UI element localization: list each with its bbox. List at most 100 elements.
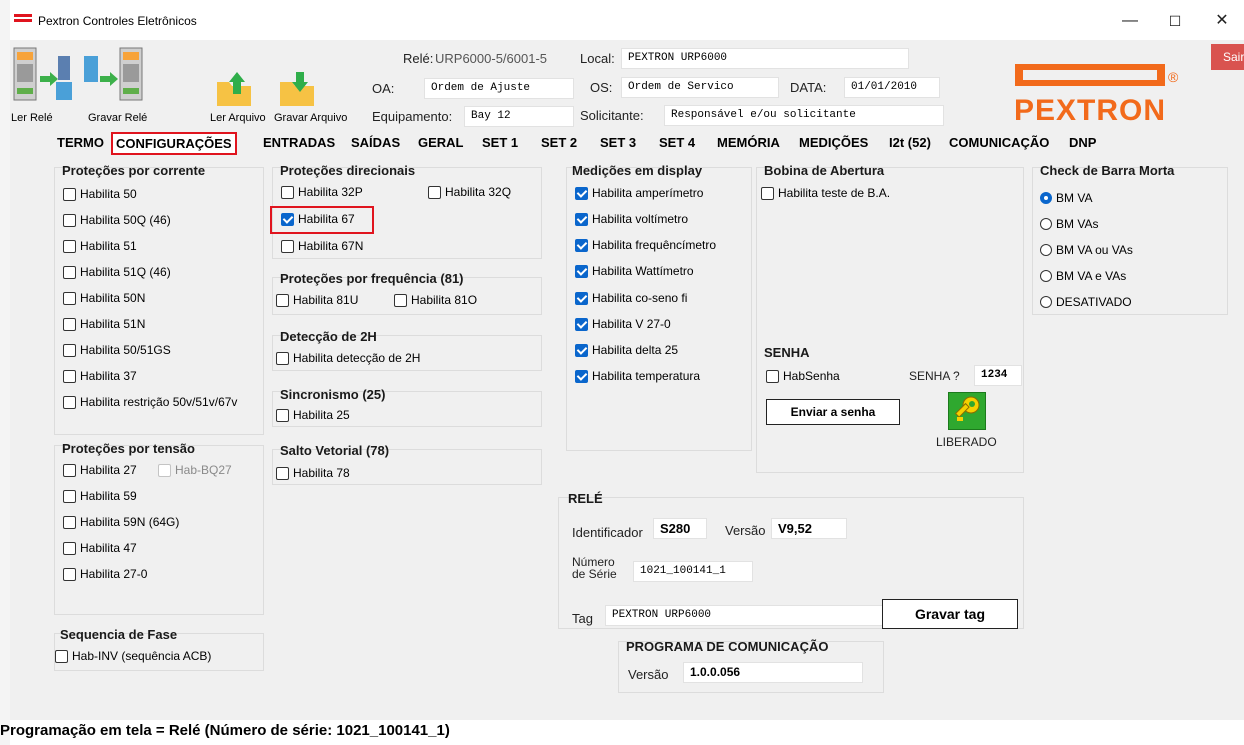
local-field[interactable]: PEXTRON URP6000 xyxy=(621,48,909,69)
checkbox-box[interactable] xyxy=(63,343,76,357)
checkbox-habilita-temperatura[interactable]: Habilita temperatura xyxy=(575,369,700,383)
checkbox-habilita-deteccao-2h[interactable]: Habilita detecção de 2H xyxy=(276,351,420,365)
checkbox-habilita-v27-0[interactable]: Habilita V 27-0 xyxy=(575,317,671,331)
radio-dot[interactable] xyxy=(1040,270,1052,282)
tab-saidas[interactable]: SAÍDAS xyxy=(348,132,403,155)
checkbox-box[interactable] xyxy=(63,463,76,477)
checkbox-box[interactable] xyxy=(281,239,294,253)
tab-set-4[interactable]: SET 4 xyxy=(656,132,698,155)
checkbox-habilita-voltimetro[interactable]: Habilita voltímetro xyxy=(575,212,688,226)
checkbox-habilita-27[interactable]: Habilita 27 xyxy=(63,463,137,477)
checkbox-box[interactable] xyxy=(63,291,76,305)
checkbox-box[interactable] xyxy=(55,649,68,663)
checkbox-box[interactable] xyxy=(575,212,588,226)
checkbox-box[interactable] xyxy=(766,369,779,383)
checkbox-habilita-51q[interactable]: Habilita 51Q (46) xyxy=(63,265,171,279)
checkbox-box[interactable] xyxy=(276,408,289,422)
checkbox-hab-inv[interactable]: Hab-INV (sequência ACB) xyxy=(55,649,211,663)
gravar-rele-button[interactable] xyxy=(82,46,144,106)
checkbox-box[interactable] xyxy=(394,293,407,307)
checkbox-habilita-67n[interactable]: Habilita 67N xyxy=(281,239,363,253)
checkbox-habilita-51[interactable]: Habilita 51 xyxy=(63,239,137,253)
checkbox-habilita-25[interactable]: Habilita 25 xyxy=(276,408,350,422)
checkbox-habilita-50q[interactable]: Habilita 50Q (46) xyxy=(63,213,171,227)
checkbox-box[interactable] xyxy=(281,212,294,226)
ler-rele-button[interactable] xyxy=(12,46,72,106)
checkbox-habilita-50[interactable]: Habilita 50 xyxy=(63,187,137,201)
checkbox-box[interactable] xyxy=(575,317,588,331)
checkbox-box[interactable] xyxy=(63,213,76,227)
checkbox-habilita-37[interactable]: Habilita 37 xyxy=(63,369,137,383)
tab-entradas[interactable]: ENTRADAS xyxy=(260,132,338,155)
checkbox-habilita-50n[interactable]: Habilita 50N xyxy=(63,291,145,305)
tab-medicoes[interactable]: MEDIÇÕES xyxy=(796,132,871,155)
maximize-button[interactable]: ☐ xyxy=(1155,6,1195,36)
checkbox-box[interactable] xyxy=(575,369,588,383)
gravar-arquivo-button[interactable] xyxy=(278,70,318,108)
radio-bm-va-e-vas[interactable]: BM VA e VAs xyxy=(1040,269,1126,283)
checkbox-box[interactable] xyxy=(761,186,774,200)
checkbox-box[interactable] xyxy=(575,186,588,200)
tab-set-3[interactable]: SET 3 xyxy=(597,132,639,155)
tab-memoria[interactable]: MEMÓRIA xyxy=(714,132,783,155)
ler-arquivo-button[interactable] xyxy=(215,70,255,108)
checkbox-box[interactable] xyxy=(575,238,588,252)
data-field[interactable]: 01/01/2010 xyxy=(844,77,940,98)
checkbox-box[interactable] xyxy=(281,185,294,199)
radio-dot[interactable] xyxy=(1040,218,1052,230)
tag-field[interactable]: PEXTRON URP6000 xyxy=(605,605,883,626)
close-button[interactable]: ✕ xyxy=(1202,6,1242,36)
checkbox-habilita-wattimetro[interactable]: Habilita Wattímetro xyxy=(575,264,694,278)
tab-set-2[interactable]: SET 2 xyxy=(538,132,580,155)
checkbox-habilita-78[interactable]: Habilita 78 xyxy=(276,466,350,480)
minimize-button[interactable]: — xyxy=(1110,6,1150,36)
radio-dot[interactable] xyxy=(1040,244,1052,256)
checkbox-habilita-59[interactable]: Habilita 59 xyxy=(63,489,137,503)
checkbox-habilita-teste-ba[interactable]: Habilita teste de B.A. xyxy=(761,186,890,200)
checkbox-habilita-restricao[interactable]: Habilita restrição 50v/51v/67v xyxy=(63,395,237,409)
checkbox-box[interactable] xyxy=(63,369,76,383)
checkbox-box[interactable] xyxy=(63,489,76,503)
checkbox-habilita-32p[interactable]: Habilita 32P xyxy=(281,185,363,199)
checkbox-box[interactable] xyxy=(63,541,76,555)
os-field[interactable]: Ordem de Servico xyxy=(621,77,779,98)
radio-desativado[interactable]: DESATIVADO xyxy=(1040,295,1132,309)
enviar-senha-button[interactable]: Enviar a senha xyxy=(766,399,900,425)
radio-bm-vas[interactable]: BM VAs xyxy=(1040,217,1098,231)
checkbox-habilita-81o[interactable]: Habilita 81O xyxy=(394,293,477,307)
checkbox-habilita-amperimetro[interactable]: Habilita amperímetro xyxy=(575,186,703,200)
tab-termo[interactable]: TERMO xyxy=(54,132,107,155)
checkbox-box[interactable] xyxy=(575,291,588,305)
equipamento-field[interactable]: Bay 12 xyxy=(464,106,574,127)
radio-bm-va[interactable]: BM VA xyxy=(1040,191,1092,205)
checkbox-habilita-32q[interactable]: Habilita 32Q xyxy=(428,185,511,199)
tab-set-1[interactable]: SET 1 xyxy=(479,132,521,155)
solicitante-field[interactable]: Responsável e/ou solicitante xyxy=(664,105,944,126)
checkbox-habilita-67[interactable]: Habilita 67 xyxy=(281,212,355,226)
tab-geral[interactable]: GERAL xyxy=(415,132,467,155)
oa-field[interactable]: Ordem de Ajuste xyxy=(424,78,574,99)
checkbox-habilita-51n[interactable]: Habilita 51N xyxy=(63,317,145,331)
checkbox-box[interactable] xyxy=(63,395,76,409)
checkbox-box[interactable] xyxy=(276,466,289,480)
checkbox-habilita-27-0[interactable]: Habilita 27-0 xyxy=(63,567,147,581)
sair-button[interactable]: Sair xyxy=(1211,44,1244,70)
checkbox-box[interactable] xyxy=(276,351,289,365)
checkbox-habsenha[interactable]: HabSenha xyxy=(766,369,840,383)
tab-comunicacao[interactable]: COMUNICAÇÃO xyxy=(946,132,1052,155)
checkbox-habilita-delta-25[interactable]: Habilita delta 25 xyxy=(575,343,678,357)
checkbox-box[interactable] xyxy=(63,317,76,331)
checkbox-habilita-47[interactable]: Habilita 47 xyxy=(63,541,137,555)
checkbox-box[interactable] xyxy=(63,567,76,581)
checkbox-habilita-59n[interactable]: Habilita 59N (64G) xyxy=(63,515,179,529)
radio-dot[interactable] xyxy=(1040,296,1052,308)
checkbox-box[interactable] xyxy=(63,187,76,201)
checkbox-box[interactable] xyxy=(428,185,441,199)
tab-dnp[interactable]: DNP xyxy=(1066,132,1099,155)
checkbox-box[interactable] xyxy=(63,515,76,529)
radio-dot[interactable] xyxy=(1040,192,1052,204)
checkbox-box[interactable] xyxy=(575,264,588,278)
checkbox-habilita-5051gs[interactable]: Habilita 50/51GS xyxy=(63,343,171,357)
checkbox-box[interactable] xyxy=(63,239,76,253)
radio-bm-va-ou-vas[interactable]: BM VA ou VAs xyxy=(1040,243,1133,257)
